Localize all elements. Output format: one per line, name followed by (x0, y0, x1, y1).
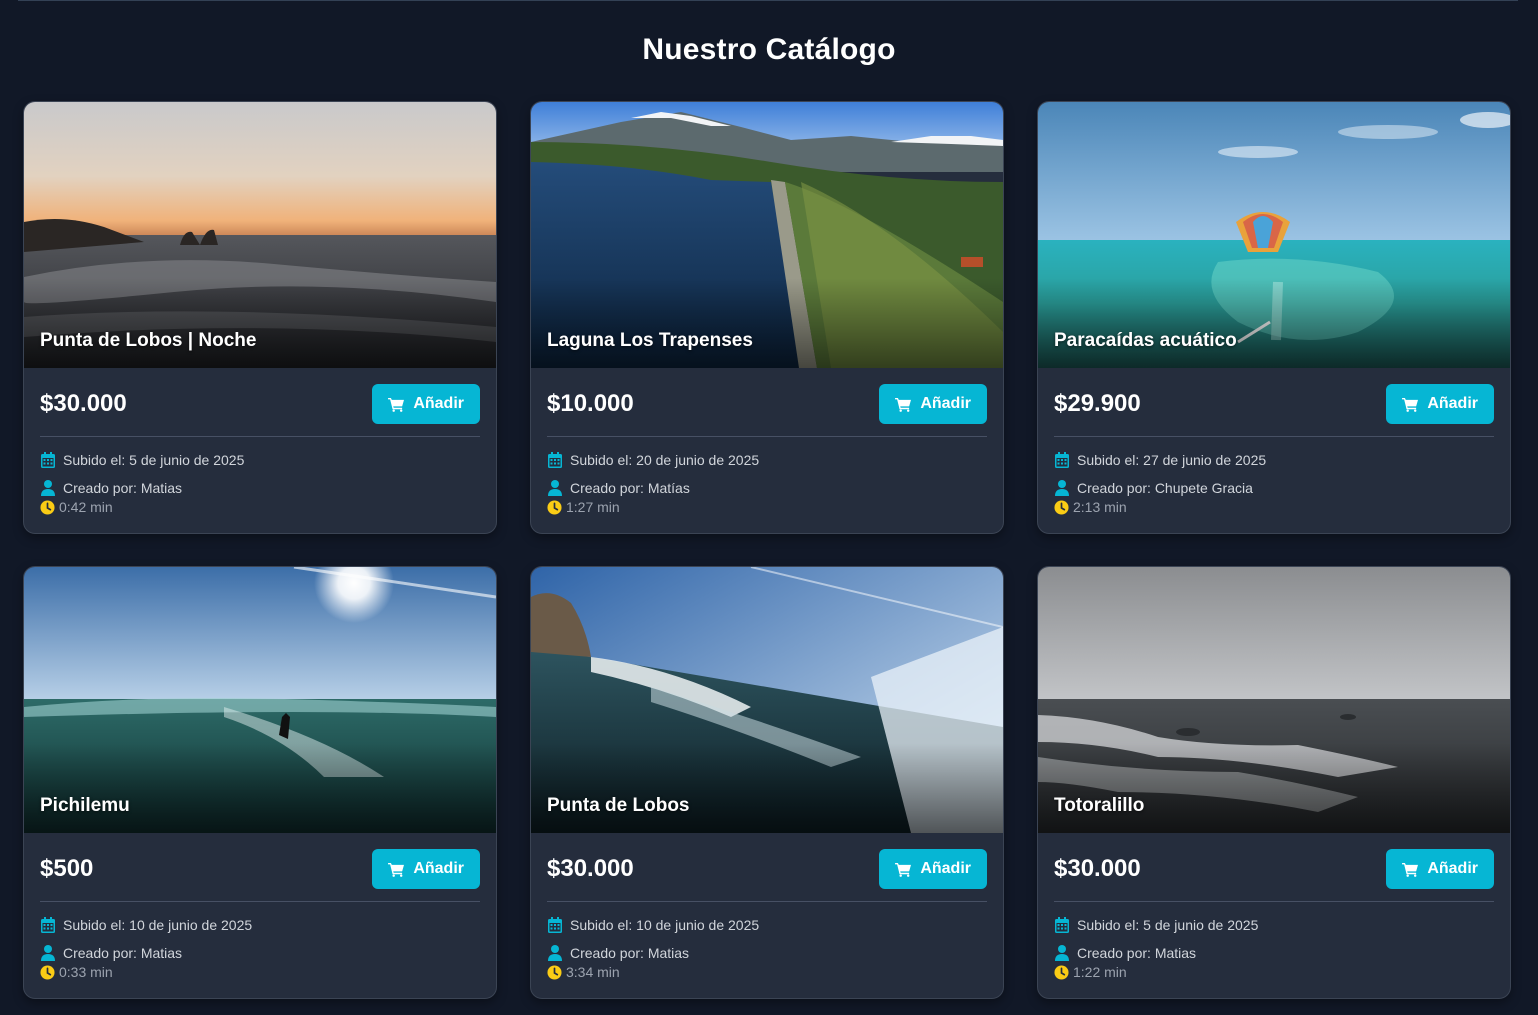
video-thumbnail[interactable]: Punta de Lobos | Noche (24, 102, 496, 368)
page-title: Nuestro Catálogo (642, 33, 896, 66)
price: $10.000 (547, 390, 634, 417)
clock-icon (547, 964, 562, 980)
price: $500 (40, 855, 94, 882)
add-button-label: Añadir (920, 395, 971, 412)
upload-date: Subido el: 20 de junio de 2025 (570, 452, 760, 468)
creator: Creado por: Matias (1077, 945, 1197, 961)
duration: 0:42 min (59, 499, 113, 515)
video-title: Paracaídas acuático (1054, 330, 1237, 351)
duration: 1:27 min (566, 499, 620, 515)
video-thumbnail[interactable]: Totoralillo (1038, 567, 1510, 833)
upload-date: Subido el: 10 de junio de 2025 (570, 917, 760, 933)
video-title: Pichilemu (40, 795, 130, 816)
creator: Creado por: Matias (63, 480, 183, 496)
calendar-icon (547, 917, 562, 933)
catalog-card: Totoralillo $30.000 Añadir Subido el: 5 … (1037, 566, 1511, 999)
upload-date: Subido el: 5 de junio de 2025 (63, 452, 245, 468)
clock-icon (1054, 499, 1069, 515)
video-thumbnail[interactable]: Pichilemu (24, 567, 496, 833)
cart-icon (388, 862, 405, 877)
creator: Creado por: Matías (570, 480, 690, 496)
video-thumbnail[interactable]: Punta de Lobos (531, 567, 1003, 833)
creator: Creado por: Matias (63, 945, 183, 961)
video-title: Punta de Lobos (547, 795, 690, 816)
add-to-cart-button[interactable]: Añadir (1386, 384, 1494, 424)
price: $30.000 (1054, 855, 1141, 882)
clock-icon (40, 964, 55, 980)
cart-icon (1402, 397, 1419, 412)
cart-icon (1402, 862, 1419, 877)
add-button-label: Añadir (1427, 860, 1478, 877)
catalog-card: Pichilemu $500 Añadir Subido el: 10 de j… (23, 566, 497, 999)
user-icon (40, 945, 55, 961)
catalog-card: Laguna Los Trapenses $10.000 Añadir Subi… (530, 101, 1004, 534)
catalog-grid: Punta de Lobos | Noche $30.000 Añadir Su… (23, 101, 1511, 999)
upload-date: Subido el: 10 de junio de 2025 (63, 917, 253, 933)
clock-icon (1054, 964, 1069, 980)
video-title: Laguna Los Trapenses (547, 330, 753, 351)
upload-date: Subido el: 5 de junio de 2025 (1077, 917, 1259, 933)
duration: 0:33 min (59, 964, 113, 980)
add-to-cart-button[interactable]: Añadir (879, 384, 987, 424)
price: $30.000 (40, 390, 127, 417)
calendar-icon (40, 452, 55, 468)
user-icon (547, 480, 562, 496)
add-button-label: Añadir (413, 860, 464, 877)
user-icon (547, 945, 562, 961)
video-thumbnail[interactable]: Paracaídas acuático (1038, 102, 1510, 368)
add-to-cart-button[interactable]: Añadir (372, 849, 480, 889)
user-icon (1054, 480, 1069, 496)
calendar-icon (1054, 917, 1069, 933)
video-thumbnail[interactable]: Laguna Los Trapenses (531, 102, 1003, 368)
add-to-cart-button[interactable]: Añadir (372, 384, 480, 424)
creator: Creado por: Chupete Gracia (1077, 480, 1253, 496)
price: $30.000 (547, 855, 634, 882)
catalog-card: Punta de Lobos $30.000 Añadir Subido el:… (530, 566, 1004, 999)
duration: 1:22 min (1073, 964, 1127, 980)
add-to-cart-button[interactable]: Añadir (879, 849, 987, 889)
add-button-label: Añadir (413, 395, 464, 412)
calendar-icon (1054, 452, 1069, 468)
calendar-icon (547, 452, 562, 468)
user-icon (40, 480, 55, 496)
duration: 3:34 min (566, 964, 620, 980)
user-icon (1054, 945, 1069, 961)
calendar-icon (40, 917, 55, 933)
add-button-label: Añadir (920, 860, 971, 877)
top-divider (18, 0, 1518, 1)
add-to-cart-button[interactable]: Añadir (1386, 849, 1494, 889)
cart-icon (895, 397, 912, 412)
cart-icon (388, 397, 405, 412)
creator: Creado por: Matias (570, 945, 690, 961)
upload-date: Subido el: 27 de junio de 2025 (1077, 452, 1267, 468)
catalog-card: Punta de Lobos | Noche $30.000 Añadir Su… (23, 101, 497, 534)
video-title: Totoralillo (1054, 795, 1145, 816)
cart-icon (895, 862, 912, 877)
catalog-card: Paracaídas acuático $29.900 Añadir Subid… (1037, 101, 1511, 534)
add-button-label: Añadir (1427, 395, 1478, 412)
duration: 2:13 min (1073, 499, 1127, 515)
price: $29.900 (1054, 390, 1141, 417)
clock-icon (40, 499, 55, 515)
clock-icon (547, 499, 562, 515)
video-title: Punta de Lobos | Noche (40, 330, 257, 351)
